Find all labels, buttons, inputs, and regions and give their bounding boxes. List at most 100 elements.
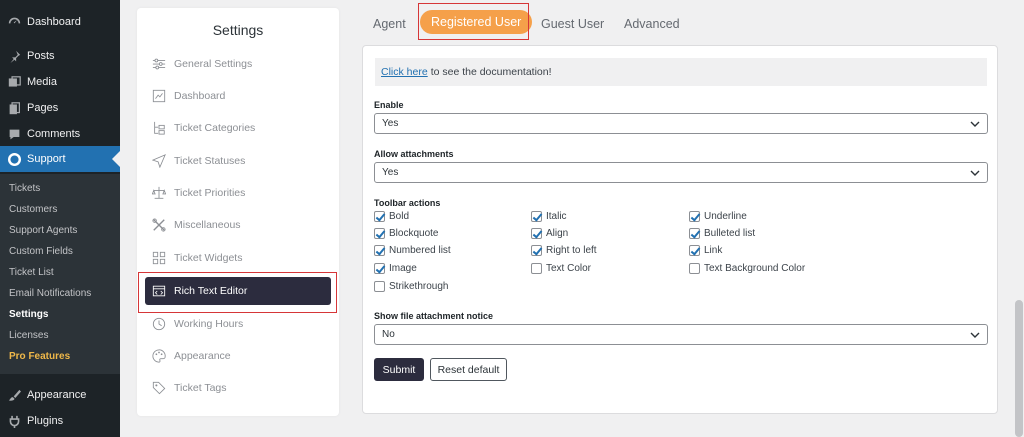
- checkbox-label: Underline: [704, 211, 747, 222]
- submenu-support-agents[interactable]: Support Agents: [9, 225, 77, 236]
- checkbox-bold[interactable]: Bold: [374, 211, 409, 222]
- checkbox-link[interactable]: Link: [689, 245, 722, 256]
- checkbox-text-background-color[interactable]: Text Background Color: [689, 263, 805, 274]
- submenu-licenses[interactable]: Licenses: [9, 330, 48, 341]
- settings-item-label: Ticket Categories: [174, 122, 256, 134]
- settings-item-dashboard[interactable]: Dashboard: [145, 82, 331, 110]
- checkbox-underline[interactable]: Underline: [689, 211, 747, 222]
- tab-guest-user[interactable]: Guest User: [541, 14, 604, 34]
- attachment-notice-value: No: [382, 329, 395, 340]
- menu-label: Plugins: [27, 415, 64, 427]
- settings-item-priorities[interactable]: Ticket Priorities: [145, 179, 331, 207]
- checkbox-label: Right to left: [546, 245, 597, 256]
- checkbox-blockquote[interactable]: Blockquote: [374, 228, 438, 239]
- checkbox-box[interactable]: [531, 263, 542, 274]
- settings-item-categories[interactable]: Ticket Categories: [145, 114, 331, 142]
- rich-text-editor-form: Click here to see the documentation! Ena…: [362, 45, 998, 414]
- submenu-custom-fields[interactable]: Custom Fields: [9, 246, 73, 257]
- checkbox-label: Align: [546, 228, 569, 239]
- tab-registered-user[interactable]: Registered User: [420, 10, 533, 34]
- enable-value: Yes: [382, 118, 399, 129]
- menu-label: Dashboard: [27, 16, 81, 28]
- submenu-customers[interactable]: Customers: [9, 204, 57, 215]
- settings-item-label: General Settings: [174, 58, 253, 70]
- checkbox-box[interactable]: [531, 245, 542, 256]
- submenu-settings[interactable]: Settings: [9, 309, 48, 320]
- menu-plugins[interactable]: Plugins: [0, 408, 120, 434]
- checkbox-box[interactable]: [374, 263, 385, 274]
- menu-support[interactable]: Support: [0, 146, 120, 172]
- menu-label: Support: [27, 153, 66, 165]
- page-scrollbar[interactable]: [1014, 0, 1024, 437]
- attachment-notice-select[interactable]: No: [374, 324, 988, 345]
- settings-title: Settings: [212, 22, 264, 38]
- checkbox-right-to-left[interactable]: Right to left: [531, 245, 597, 256]
- submit-button[interactable]: Submit: [374, 358, 424, 381]
- checkbox-label: Image: [389, 263, 417, 274]
- checkbox-label: Strikethrough: [389, 281, 449, 292]
- plugin-icon: [7, 414, 21, 428]
- settings-item-label: Miscellaneous: [174, 219, 241, 231]
- checkbox-box[interactable]: [374, 281, 385, 292]
- menu-appearance[interactable]: Appearance: [0, 382, 120, 408]
- attachments-select[interactable]: Yes: [374, 162, 988, 183]
- tree-icon: [151, 120, 167, 136]
- checkbox-label: Bulleted list: [704, 228, 756, 239]
- checkbox-box[interactable]: [689, 211, 700, 222]
- settings-item-statuses[interactable]: Ticket Statuses: [145, 147, 331, 175]
- menu-pages[interactable]: Pages: [0, 95, 120, 121]
- chevron-down-icon: [970, 332, 980, 338]
- checkbox-box[interactable]: [374, 211, 385, 222]
- settings-item-label: Ticket Priorities: [174, 187, 246, 199]
- checkbox-box[interactable]: [689, 228, 700, 239]
- checkbox-bulleted-list[interactable]: Bulleted list: [689, 228, 755, 239]
- settings-item-rich-text-editor[interactable]: Rich Text Editor: [145, 277, 331, 305]
- menu-label: Media: [27, 76, 57, 88]
- scale-icon: [151, 185, 167, 201]
- attachments-label: Allow attachments: [374, 149, 454, 159]
- settings-item-appearance[interactable]: Appearance: [145, 342, 331, 370]
- menu-label: Appearance: [27, 389, 87, 401]
- reset-default-button[interactable]: Reset default: [430, 358, 507, 381]
- checkbox-box[interactable]: [689, 263, 700, 274]
- checkbox-text-color[interactable]: Text Color: [531, 263, 591, 274]
- enable-label: Enable: [374, 100, 404, 110]
- menu-posts[interactable]: Posts: [0, 43, 120, 69]
- checkbox-box[interactable]: [374, 245, 385, 256]
- menu-media[interactable]: Media: [0, 69, 120, 95]
- palette-icon: [151, 348, 167, 364]
- settings-item-label: Ticket Widgets: [174, 252, 243, 264]
- settings-item-general[interactable]: General Settings: [145, 50, 331, 78]
- checkbox-image[interactable]: Image: [374, 263, 417, 274]
- submenu-tickets[interactable]: Tickets: [9, 183, 40, 194]
- admin-sidebar: Dashboard Posts Media Pages Comments Sup…: [0, 0, 120, 437]
- menu-dashboard[interactable]: Dashboard: [0, 9, 120, 35]
- submenu-pro-features[interactable]: Pro Features: [9, 351, 70, 362]
- settings-item-miscellaneous[interactable]: Miscellaneous: [145, 211, 331, 239]
- lifebuoy-icon: [7, 152, 21, 166]
- tab-agent[interactable]: Agent: [373, 14, 406, 34]
- submenu-ticket-list[interactable]: Ticket List: [9, 267, 54, 278]
- checkbox-box[interactable]: [374, 228, 385, 239]
- checkbox-numbered-list[interactable]: Numbered list: [374, 245, 451, 256]
- checkbox-box[interactable]: [531, 211, 542, 222]
- scrollbar-thumb[interactable]: [1015, 300, 1023, 437]
- chart-icon: [151, 88, 167, 104]
- menu-label: Posts: [27, 50, 55, 62]
- settings-item-label: Dashboard: [174, 90, 226, 102]
- tab-advanced[interactable]: Advanced: [624, 14, 680, 34]
- settings-item-tags[interactable]: Ticket Tags: [145, 374, 331, 402]
- checkbox-italic[interactable]: Italic: [531, 211, 567, 222]
- checkbox-strikethrough[interactable]: Strikethrough: [374, 281, 448, 292]
- enable-select[interactable]: Yes: [374, 113, 988, 134]
- checkbox-box[interactable]: [531, 228, 542, 239]
- settings-item-working-hours[interactable]: Working Hours: [145, 310, 331, 338]
- settings-item-widgets[interactable]: Ticket Widgets: [145, 244, 331, 272]
- checkbox-box[interactable]: [689, 245, 700, 256]
- menu-comments[interactable]: Comments: [0, 121, 120, 147]
- chevron-down-icon: [970, 170, 980, 176]
- checkbox-align[interactable]: Align: [531, 228, 568, 239]
- documentation-link[interactable]: Click here: [381, 66, 428, 78]
- submenu-email-notifications[interactable]: Email Notifications: [9, 288, 91, 299]
- checkbox-label: Italic: [546, 211, 567, 222]
